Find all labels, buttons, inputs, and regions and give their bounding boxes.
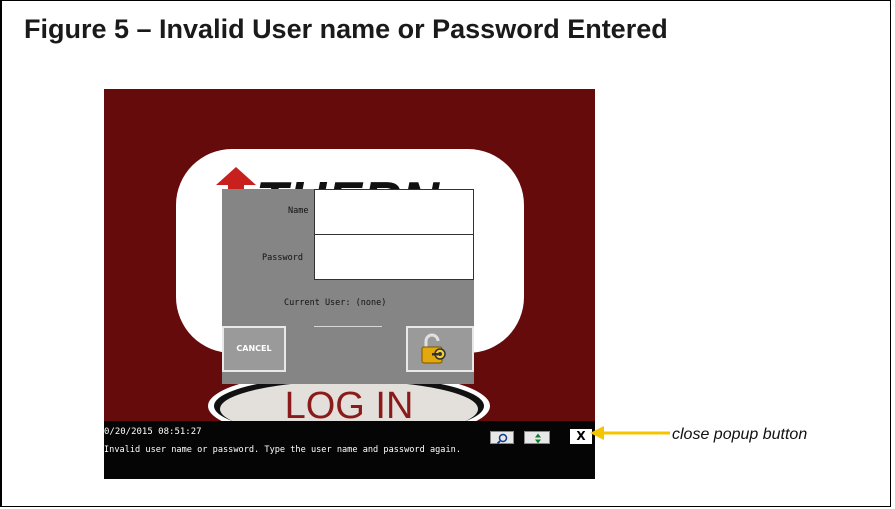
hmi-screen: THERN LOG IN Name Password Current User:… <box>104 89 595 479</box>
zoom-button[interactable] <box>490 431 514 445</box>
close-popup-button[interactable]: X <box>570 429 592 444</box>
login-lock-button[interactable] <box>406 326 474 372</box>
name-field[interactable] <box>314 189 474 235</box>
cancel-button[interactable]: CANCEL <box>222 326 286 372</box>
current-user-underline <box>314 326 382 327</box>
password-field[interactable] <box>314 234 474 280</box>
status-timestamp: 0/20/2015 08:51:27 <box>104 427 202 437</box>
password-label: Password <box>262 253 303 263</box>
status-message: Invalid user name or password. Type the … <box>104 445 461 455</box>
callout-label: close popup button <box>672 426 808 443</box>
status-bar: 0/20/2015 08:51:27 Invalid user name or … <box>104 421 595 479</box>
unlocked-padlock-key-icon <box>421 333 446 364</box>
callout-arrow-icon <box>590 426 670 440</box>
name-label: Name <box>288 206 309 216</box>
current-user-text: Current User: (none) <box>284 298 387 308</box>
scroll-button[interactable] <box>524 431 550 444</box>
magnifier-icon <box>496 433 508 445</box>
login-dialog: Name Password Current User: (none) CANCE… <box>222 189 474 384</box>
figure-title: Figure 5 – Invalid User name or Password… <box>24 14 668 44</box>
scroll-arrows-icon <box>535 433 541 444</box>
